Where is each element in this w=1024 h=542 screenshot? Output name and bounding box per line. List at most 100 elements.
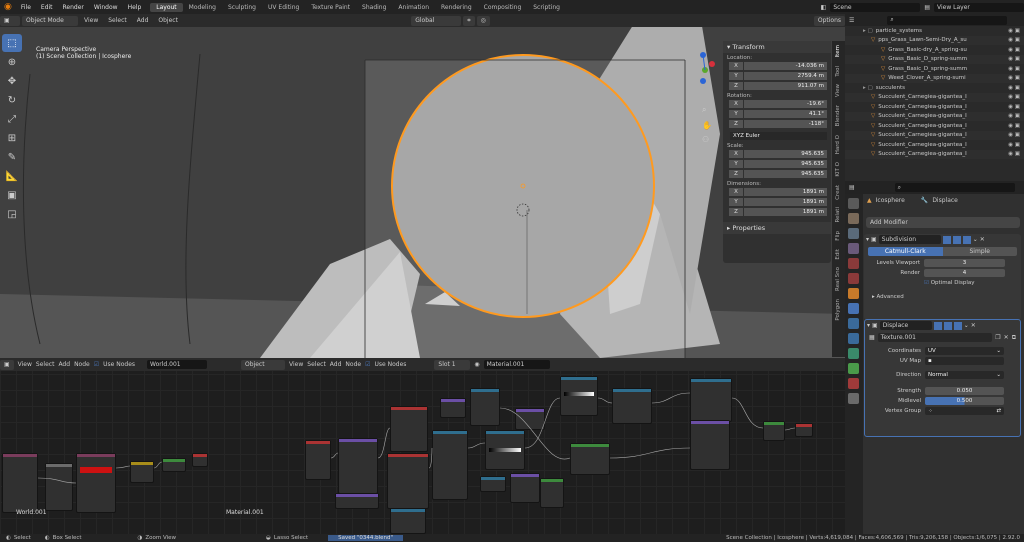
- outliner-row[interactable]: ▽ Succulent_Carnegiea-gigantea_I ◉ ▣: [845, 149, 1024, 159]
- vp-menu-select[interactable]: Select: [104, 17, 131, 24]
- ne2-menu-add[interactable]: Add: [330, 361, 342, 368]
- tab-shading[interactable]: Shading: [356, 3, 392, 12]
- world-selector[interactable]: World.001: [147, 360, 208, 369]
- transform-header[interactable]: ▾ Transform: [723, 41, 831, 53]
- sidebar-tab-item[interactable]: Item: [835, 45, 841, 58]
- outliner-row[interactable]: ▽ Succulent_Carnegiea-gigantea_I ◉ ▣: [845, 140, 1024, 150]
- eye-icon[interactable]: ◉ ▣: [1008, 123, 1024, 129]
- cursor-tool-icon[interactable]: ⊕: [2, 53, 22, 71]
- coordinates-dropdown[interactable]: UV ⌄: [925, 347, 1004, 355]
- ne-menu-add[interactable]: Add: [58, 361, 70, 368]
- outliner-row[interactable]: ▽ Grass_Basic-dry_A_spring-su ◉ ▣: [845, 45, 1024, 55]
- properties-type-icon[interactable]: ▤: [849, 184, 855, 191]
- rotation-y[interactable]: Y 41.1°: [729, 109, 827, 118]
- render-toggle-icon[interactable]: [962, 235, 971, 244]
- outliner-row[interactable]: ▽ Succulent_Carnegiea-gigantea_I ◉ ▣: [845, 92, 1024, 102]
- rotation-z[interactable]: Z -118°: [729, 119, 827, 128]
- realtime-toggle-icon[interactable]: [952, 235, 961, 244]
- physics-tab-icon[interactable]: [848, 333, 859, 344]
- sidebar-tab-view[interactable]: View: [835, 84, 841, 97]
- eye-icon[interactable]: ◉ ▣: [1008, 56, 1024, 62]
- outliner-row[interactable]: ▸ ▢ particle_systems ◉ ▣: [845, 26, 1024, 36]
- catmull-clark-button[interactable]: Catmull-Clark: [868, 247, 943, 256]
- collapse-chevron-icon[interactable]: ▾: [867, 322, 870, 329]
- direction-dropdown[interactable]: Normal ⌄: [925, 371, 1004, 379]
- node-editor-type-icon[interactable]: ▣: [0, 359, 14, 370]
- vp-menu-add[interactable]: Add: [133, 17, 153, 24]
- advanced-subpanel[interactable]: ▸ Advanced: [864, 292, 1021, 302]
- close-icon[interactable]: ✕: [980, 236, 985, 243]
- uv-map-field[interactable]: ▪: [925, 357, 1004, 365]
- eye-icon[interactable]: ◉ ▣: [1008, 151, 1024, 157]
- ne-menu-select[interactable]: Select: [36, 361, 55, 368]
- constraints-tab-icon[interactable]: [848, 348, 859, 359]
- use-nodes-checkbox[interactable]: ☑: [94, 361, 99, 368]
- outliner-row[interactable]: ▽ Succulent_Carnegiea-gigantea_I ◉ ▣: [845, 130, 1024, 140]
- eye-icon[interactable]: ◉ ▣: [1008, 132, 1024, 138]
- menu-window[interactable]: Window: [89, 4, 123, 11]
- object-tab-icon[interactable]: [848, 288, 859, 299]
- vp-menu-object[interactable]: Object: [154, 17, 182, 24]
- optimal-display-checkbox[interactable]: ☑: [924, 280, 931, 286]
- eye-icon[interactable]: ◉ ▣: [1008, 85, 1024, 91]
- object-shader-dropdown[interactable]: Object: [241, 359, 286, 370]
- properties-search-input[interactable]: ⌕: [894, 183, 1015, 192]
- select-box-tool-icon[interactable]: ⬚: [2, 34, 22, 52]
- eye-icon[interactable]: ◉ ▣: [1008, 104, 1024, 110]
- orientation-dropdown[interactable]: Global: [411, 15, 462, 26]
- sidebar-tab-edit[interactable]: Edit: [835, 249, 841, 260]
- location-y[interactable]: Y 2759.4 m: [729, 71, 827, 80]
- eye-icon[interactable]: ◉ ▣: [1008, 94, 1024, 100]
- vp-menu-view[interactable]: View: [80, 17, 102, 24]
- tab-modeling[interactable]: Modeling: [183, 3, 222, 12]
- render-tab-icon[interactable]: [848, 213, 859, 224]
- blender-logo-icon[interactable]: ◉: [0, 2, 16, 12]
- menu-edit[interactable]: Edit: [36, 4, 58, 11]
- invert-arrows-icon[interactable]: ⇄: [996, 408, 1001, 414]
- midlevel-slider[interactable]: 0.500: [925, 397, 1004, 405]
- use-nodes-checkbox-2[interactable]: ☑: [365, 361, 370, 368]
- rotate-tool-icon[interactable]: ↻: [2, 91, 22, 109]
- add-cube-tool-icon[interactable]: ▣: [2, 186, 22, 204]
- material-tab-icon[interactable]: [848, 378, 859, 389]
- location-x[interactable]: X -14.036 m: [729, 61, 827, 70]
- displace-name-field[interactable]: Displace: [879, 321, 932, 330]
- collapse-chevron-icon[interactable]: ▾: [866, 236, 869, 243]
- eye-icon[interactable]: ◉ ▣: [1008, 66, 1024, 72]
- render-levels-field[interactable]: 4: [924, 269, 1005, 277]
- data-tab-icon[interactable]: [848, 363, 859, 374]
- view-layer-field[interactable]: View Layer: [934, 2, 1024, 12]
- scale-tool-icon[interactable]: ⤢: [2, 110, 22, 128]
- sidebar-tab-hardops[interactable]: Hard O: [835, 135, 841, 154]
- eye-icon[interactable]: ◉ ▣: [1008, 75, 1024, 81]
- move-tool-icon[interactable]: ✥: [2, 72, 22, 90]
- texture-checker-icon[interactable]: ▦: [869, 334, 875, 341]
- 3d-viewport[interactable]: ▣ Object Mode View Select Add Object Glo…: [0, 14, 845, 358]
- close-icon[interactable]: ✕: [971, 322, 976, 329]
- displace-modifier-header[interactable]: ▾ ▣ Displace ⌄ ✕: [865, 320, 1020, 331]
- eye-icon[interactable]: ◉ ▣: [1008, 142, 1024, 148]
- dropdown-chevron-icon[interactable]: ⌄: [973, 236, 978, 243]
- subdivision-modifier-header[interactable]: ▾ ▣ Subdivision ⌄ ✕: [864, 234, 1021, 245]
- menu-render[interactable]: Render: [58, 4, 89, 11]
- dimensions-x[interactable]: X 1891 m: [729, 187, 827, 196]
- material-selector[interactable]: Material.001: [483, 360, 550, 369]
- edit-mode-toggle-icon[interactable]: [933, 321, 942, 330]
- tab-sculpting[interactable]: Sculpting: [222, 3, 262, 12]
- vertex-group-field[interactable]: ⁘ ⇄: [925, 407, 1004, 415]
- modifier-tab-icon[interactable]: [848, 303, 859, 314]
- annotate-tool-icon[interactable]: ✎: [2, 148, 22, 166]
- dimensions-z[interactable]: Z 1891 m: [729, 207, 827, 216]
- proportional-icon[interactable]: ◎: [476, 15, 490, 26]
- sidebar-tab-real-snow[interactable]: Real Sno: [835, 267, 841, 291]
- outliner-row[interactable]: ▽ Succulent_Carnegiea-gigantea_I ◉ ▣: [845, 102, 1024, 112]
- scale-z[interactable]: Z 945.635: [729, 169, 827, 178]
- ne-menu-node[interactable]: Node: [74, 361, 90, 368]
- subdivision-name-field[interactable]: Subdivision: [878, 235, 941, 244]
- material-sphere-icon[interactable]: ◉: [474, 361, 479, 368]
- simple-button[interactable]: Simple: [942, 247, 1017, 256]
- rotation-x[interactable]: X -19.6°: [729, 99, 827, 108]
- sidebar-tab-blender[interactable]: Blender: [835, 105, 841, 126]
- location-z[interactable]: Z 911.07 m: [729, 81, 827, 90]
- tab-layout[interactable]: Layout: [150, 2, 183, 12]
